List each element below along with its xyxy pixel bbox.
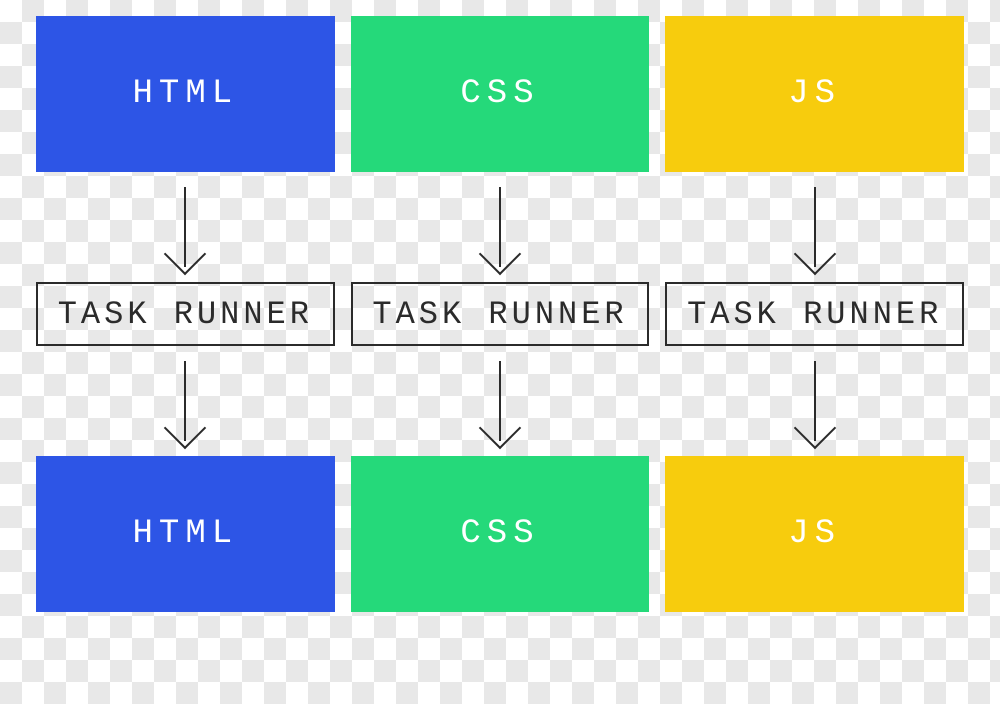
input-block-html: HTML [36, 16, 335, 172]
arrow-down-icon [351, 172, 650, 282]
arrow-down-icon [665, 172, 964, 282]
task-runner-css: TASK RUNNER [351, 282, 650, 346]
output-block-html: HTML [36, 456, 335, 612]
runner-label-html: TASK RUNNER [58, 296, 313, 333]
input-label-js: JS [788, 75, 841, 113]
column-html: HTML TASK RUNNER HTML [36, 16, 335, 688]
output-block-css: CSS [351, 456, 650, 612]
input-block-js: JS [665, 16, 964, 172]
arrow-down-icon [36, 346, 335, 456]
input-label-css: CSS [460, 75, 539, 113]
column-js: JS TASK RUNNER JS [665, 16, 964, 688]
task-runner-js: TASK RUNNER [665, 282, 964, 346]
column-css: CSS TASK RUNNER CSS [351, 16, 650, 688]
arrow-down-icon [36, 172, 335, 282]
output-block-js: JS [665, 456, 964, 612]
runner-label-js: TASK RUNNER [687, 296, 942, 333]
output-label-css: CSS [460, 515, 539, 553]
runner-label-css: TASK RUNNER [372, 296, 627, 333]
arrow-down-icon [351, 346, 650, 456]
input-block-css: CSS [351, 16, 650, 172]
input-label-html: HTML [133, 75, 239, 113]
task-runner-html: TASK RUNNER [36, 282, 335, 346]
output-label-html: HTML [133, 515, 239, 553]
task-runner-diagram: HTML TASK RUNNER HTML CSS TASK RUNNER CS… [36, 16, 964, 688]
output-label-js: JS [788, 515, 841, 553]
arrow-down-icon [665, 346, 964, 456]
